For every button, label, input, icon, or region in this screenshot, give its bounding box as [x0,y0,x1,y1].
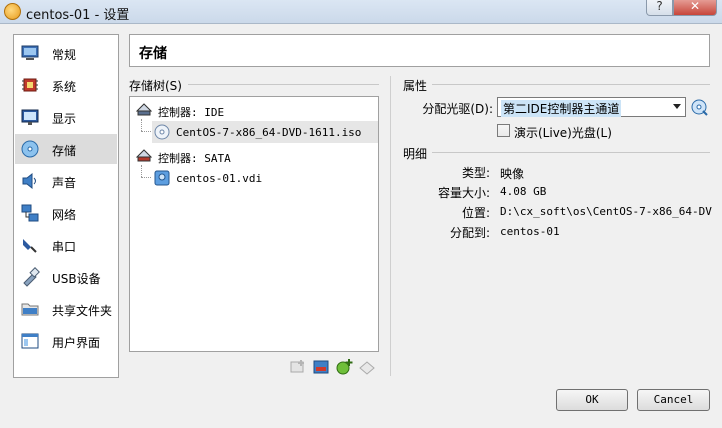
nav-item-label: 用户界面 [52,336,101,350]
nav-item-user-interface[interactable]: 用户界面 [15,326,117,356]
title-bar: centos-01 - 设置 ? ✕ [0,0,722,24]
remove-attachment-icon[interactable] [358,358,376,376]
nav-item-label: 串口 [52,240,77,254]
drive-label: 分配光驱(D): [422,102,493,116]
storage-icon [21,140,39,158]
app-icon [4,3,21,20]
nav-item-storage[interactable]: 存储 [15,134,117,164]
help-button[interactable]: ? [646,0,673,16]
display-icon [21,109,39,125]
nav-item-label: USB设备 [52,272,101,286]
section-divider [432,84,710,85]
network-icon [21,204,39,222]
tree-controller-label: 控制器: IDE [158,106,225,119]
cancel-button[interactable]: Cancel [637,389,710,411]
live-cd-label[interactable]: 演示(Live)光盘(L) [514,124,612,141]
nav-item-general[interactable]: 常规 [15,38,117,68]
tree-device-hard-disk[interactable]: centos-01.vdi [152,167,378,189]
add-controller-icon[interactable] [289,358,307,376]
size-label: 容量大小: [437,186,490,200]
shared-folder-icon [21,303,39,316]
live-cd-checkbox[interactable] [497,124,510,137]
choose-disk-icon[interactable] [690,98,708,116]
nav-item-shared-folders[interactable]: 共享文件夹 [15,294,117,324]
nav-item-system[interactable]: 系统 [15,70,117,100]
section-divider [188,84,379,85]
nav-item-label: 存储 [52,144,77,158]
optical-drive-select[interactable]: 第二IDE控制器主通道 [497,97,686,117]
settings-nav: 常规 系统 显示 存储 声音 网络 串口 USB设备 共享文件夹 用户界面 [13,34,119,378]
chevron-down-icon [673,104,681,109]
nav-item-network[interactable]: 网络 [15,198,117,228]
window-title: centos-01 - 设置 [26,8,130,23]
serial-port-icon [23,239,37,253]
close-button[interactable]: ✕ [673,0,717,16]
tree-device-optical[interactable]: CentOS-7-x86_64-DVD-1611.iso [152,121,378,143]
system-icon [22,78,38,92]
nav-item-label: 系统 [52,80,77,94]
nav-item-usb[interactable]: USB设备 [15,262,117,292]
page-header: 存储 [129,34,710,67]
details-title: 明细 [403,147,428,161]
pane-divider [390,76,391,376]
tree-controller-label: 控制器: SATA [158,152,231,165]
nav-item-label: 声音 [52,176,77,190]
nav-item-serial-port[interactable]: 串口 [15,230,117,260]
attached-to-value: centos-01 [500,225,560,238]
nav-item-display[interactable]: 显示 [15,102,117,132]
nav-item-label: 共享文件夹 [52,304,113,318]
usb-icon [23,267,40,287]
attached-to-label: 分配到: [449,226,490,240]
tree-line [141,119,142,131]
tree-line [141,131,151,132]
user-interface-icon [21,333,39,349]
tree-controller-ide[interactable]: 控制器: IDE [132,99,378,121]
type-label: 类型: [461,166,490,180]
size-value: 4.08 GB [500,185,547,198]
storage-tree[interactable]: 控制器: IDE CentOS-7-x86_64-DVD-1611.iso 控制… [129,96,379,352]
attributes-title: 属性 [403,79,428,93]
remove-controller-icon[interactable] [312,358,330,376]
optical-drive-value: 第二IDE控制器主通道 [501,100,622,117]
type-value: 映像 [500,167,525,181]
page-title: 存储 [139,46,167,62]
tree-device-label: centos-01.vdi [176,172,263,185]
ok-button[interactable]: OK [556,389,628,411]
section-divider [432,152,710,153]
location-value: D:\cx_soft\os\CentOS-7-x86_64-DVD… [500,205,712,218]
hard-disk-icon [154,170,170,186]
nav-item-label: 显示 [52,112,77,126]
sata-controller-icon [136,149,152,162]
tree-device-label: CentOS-7-x86_64-DVD-1611.iso [176,126,362,139]
nav-item-label: 网络 [52,208,77,222]
storage-tree-title: 存储树(S) [129,79,182,93]
tree-line [141,165,142,177]
ide-controller-icon [136,103,152,116]
general-icon [21,45,39,60]
optical-disc-icon [154,124,170,140]
add-attachment-icon[interactable] [335,358,353,376]
nav-item-label: 常规 [52,48,77,62]
tree-line [141,177,151,178]
nav-item-audio[interactable]: 声音 [15,166,117,196]
location-label: 位置: [461,206,490,220]
audio-icon [22,172,36,190]
tree-controller-sata[interactable]: 控制器: SATA [132,145,378,167]
